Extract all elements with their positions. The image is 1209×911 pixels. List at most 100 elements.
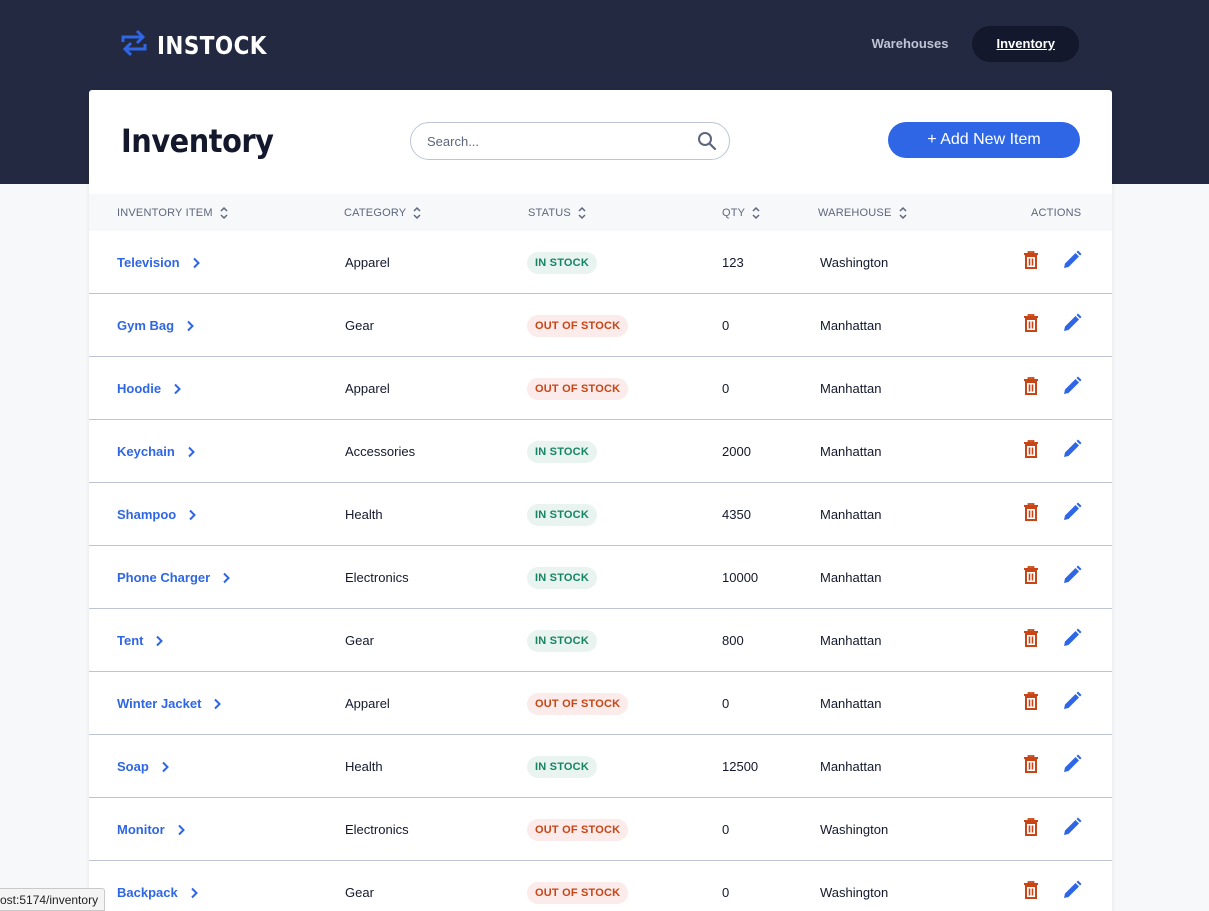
pencil-icon[interactable] — [1062, 880, 1082, 905]
delete-button[interactable] — [1023, 231, 1039, 294]
pencil-icon[interactable] — [1062, 754, 1082, 779]
category-cell: Gear — [345, 318, 374, 333]
delete-button[interactable] — [1023, 735, 1039, 798]
chevron-right-icon[interactable] — [161, 761, 169, 773]
inventory-item-link[interactable]: Phone Charger — [117, 546, 231, 609]
inventory-item-link[interactable]: Tent — [117, 609, 164, 672]
item-name[interactable]: Tent — [117, 633, 143, 648]
chevron-right-icon[interactable] — [177, 824, 185, 836]
pencil-icon[interactable] — [1062, 691, 1082, 716]
edit-button[interactable] — [1062, 294, 1082, 357]
edit-button[interactable] — [1062, 357, 1082, 420]
chevron-right-icon[interactable] — [155, 635, 164, 647]
status-cell: IN STOCK — [527, 609, 597, 672]
inventory-item-link[interactable]: Backpack — [117, 861, 198, 911]
header-category[interactable]: CATEGORY — [344, 194, 422, 231]
edit-button[interactable] — [1062, 231, 1082, 294]
delete-button[interactable] — [1023, 861, 1039, 911]
pencil-icon[interactable] — [1062, 250, 1082, 275]
edit-button[interactable] — [1062, 546, 1082, 609]
category-cell: Accessories — [345, 444, 416, 459]
pencil-icon[interactable] — [1062, 376, 1082, 401]
nav-warehouses[interactable]: Warehouses — [848, 26, 973, 62]
trash-icon[interactable] — [1023, 818, 1039, 841]
delete-button[interactable] — [1023, 483, 1039, 546]
item-name[interactable]: Backpack — [117, 885, 178, 900]
delete-button[interactable] — [1023, 294, 1039, 357]
edit-button[interactable] — [1062, 483, 1082, 546]
trash-icon[interactable] — [1023, 629, 1039, 652]
nav-inventory[interactable]: Inventory — [972, 26, 1079, 62]
edit-button[interactable] — [1062, 672, 1082, 735]
trash-icon[interactable] — [1023, 503, 1039, 526]
chevron-right-icon[interactable] — [222, 572, 231, 584]
trash-icon[interactable] — [1023, 881, 1039, 904]
chevron-right-icon[interactable] — [213, 698, 222, 710]
trash-icon[interactable] — [1023, 566, 1039, 589]
edit-button[interactable] — [1062, 861, 1082, 911]
inventory-item-link[interactable]: Winter Jacket — [117, 672, 222, 735]
add-new-item-button[interactable]: + Add New Item — [888, 122, 1080, 158]
pencil-icon[interactable] — [1062, 439, 1082, 464]
edit-button[interactable] — [1062, 609, 1082, 672]
trash-icon[interactable] — [1023, 314, 1039, 337]
delete-button[interactable] — [1023, 546, 1039, 609]
inventory-item-link[interactable]: Monitor — [117, 798, 185, 861]
delete-button[interactable] — [1023, 357, 1039, 420]
sort-icon[interactable] — [577, 206, 587, 220]
trash-icon[interactable] — [1023, 692, 1039, 715]
item-name[interactable]: Hoodie — [117, 381, 161, 396]
chevron-right-icon[interactable] — [173, 383, 181, 395]
delete-button[interactable] — [1023, 420, 1039, 483]
item-name[interactable]: Shampoo — [117, 507, 176, 522]
trash-icon[interactable] — [1023, 755, 1039, 778]
chevron-right-icon[interactable] — [192, 257, 200, 269]
chevron-right-icon[interactable] — [190, 887, 198, 899]
sort-icon[interactable] — [219, 206, 229, 220]
inventory-item-link[interactable]: Hoodie — [117, 357, 181, 420]
pencil-icon[interactable] — [1062, 313, 1082, 338]
header-status[interactable]: STATUS — [528, 194, 587, 231]
chevron-right-icon[interactable] — [188, 509, 197, 521]
chevron-right-icon[interactable] — [186, 320, 194, 332]
header-inventory-item[interactable]: INVENTORY ITEM — [117, 194, 229, 231]
trash-icon[interactable] — [1023, 440, 1039, 463]
inventory-item-link[interactable]: Keychain — [117, 420, 195, 483]
sort-icon[interactable] — [898, 206, 908, 220]
search-icon[interactable] — [697, 131, 717, 151]
edit-button[interactable] — [1062, 420, 1082, 483]
pencil-icon[interactable] — [1062, 502, 1082, 527]
inventory-item-link[interactable]: Gym Bag — [117, 294, 194, 357]
warehouse-cell: Washington — [820, 822, 889, 837]
header-warehouse[interactable]: WAREHOUSE — [818, 194, 908, 231]
sort-icon[interactable] — [751, 206, 761, 220]
inventory-item-link[interactable]: Television — [117, 231, 200, 294]
logo[interactable]: INSTOCK — [121, 29, 285, 60]
chevron-right-icon[interactable] — [187, 446, 195, 458]
trash-icon[interactable] — [1023, 251, 1039, 274]
item-name[interactable]: Soap — [117, 759, 149, 774]
pencil-icon[interactable] — [1062, 628, 1082, 653]
item-name[interactable]: Phone Charger — [117, 570, 210, 585]
pencil-icon[interactable] — [1062, 565, 1082, 590]
edit-button[interactable] — [1062, 735, 1082, 798]
item-name[interactable]: Monitor — [117, 822, 165, 837]
inventory-item-link[interactable]: Shampoo — [117, 483, 197, 546]
item-name[interactable]: Keychain — [117, 444, 175, 459]
sort-icon[interactable] — [412, 206, 422, 220]
search-input[interactable] — [427, 133, 697, 149]
edit-button[interactable] — [1062, 798, 1082, 861]
delete-button[interactable] — [1023, 798, 1039, 861]
item-name[interactable]: Television — [117, 255, 180, 270]
header-label: WAREHOUSE — [818, 206, 892, 219]
search-box[interactable] — [410, 122, 730, 160]
delete-button[interactable] — [1023, 672, 1039, 735]
pencil-icon[interactable] — [1062, 817, 1082, 842]
trash-icon[interactable] — [1023, 377, 1039, 400]
item-name[interactable]: Gym Bag — [117, 318, 174, 333]
header-qty[interactable]: QTY — [722, 194, 761, 231]
delete-button[interactable] — [1023, 609, 1039, 672]
item-name[interactable]: Winter Jacket — [117, 696, 201, 711]
inventory-card: Inventory + Add New Item INVENTORY ITEM … — [89, 90, 1112, 911]
inventory-item-link[interactable]: Soap — [117, 735, 169, 798]
